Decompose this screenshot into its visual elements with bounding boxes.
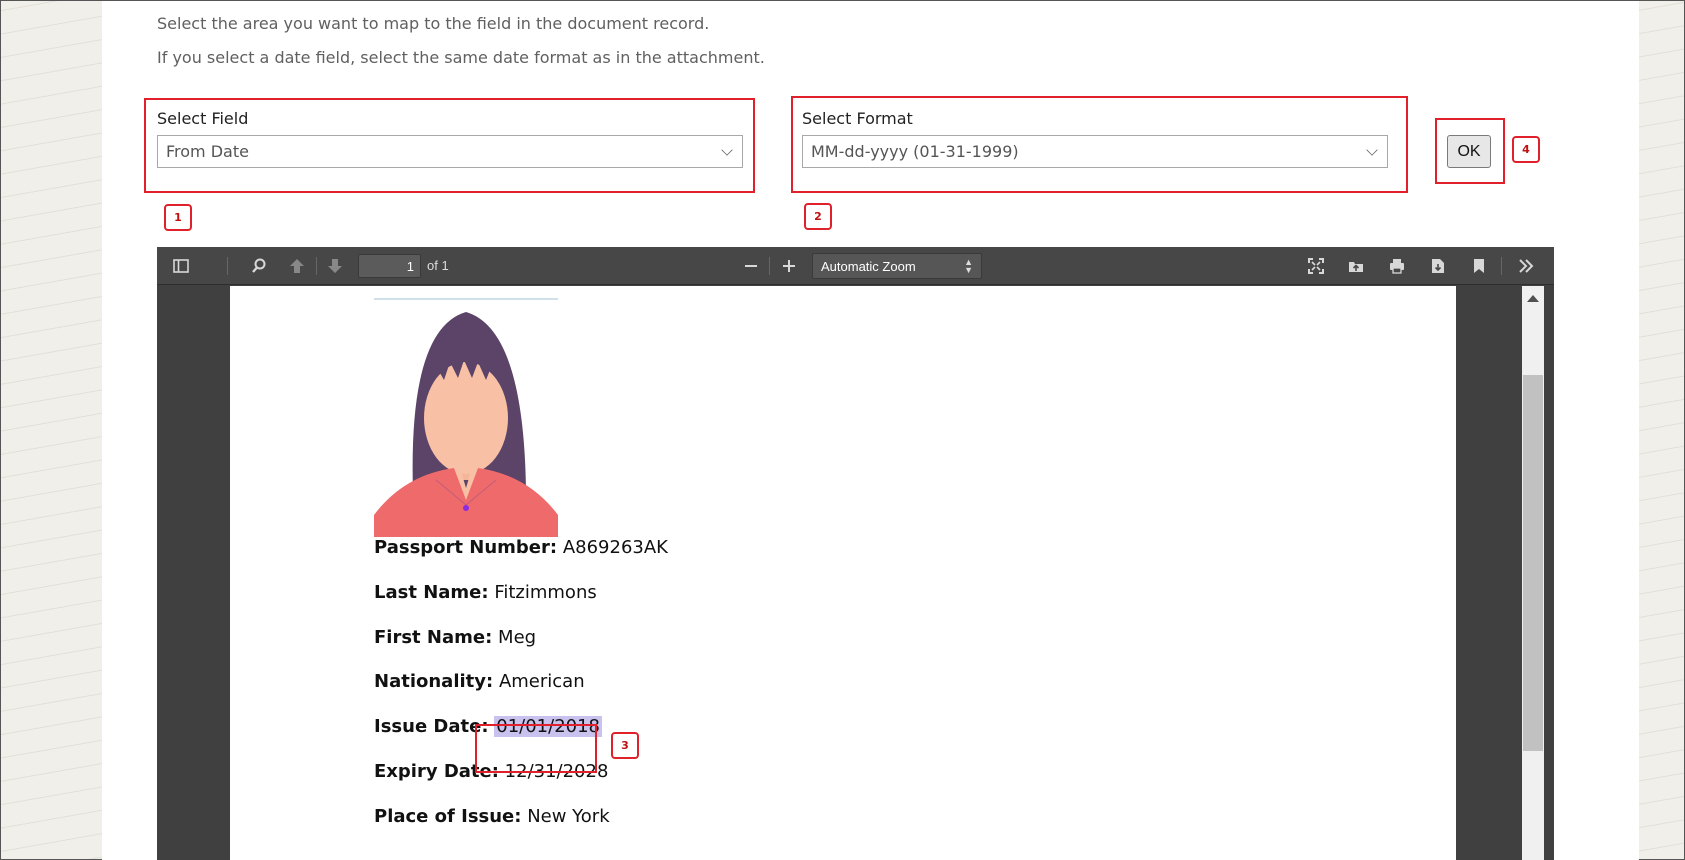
step-marker-1: 1 bbox=[164, 204, 192, 231]
step-marker-2: 2 bbox=[804, 203, 832, 230]
download-icon[interactable] bbox=[1427, 255, 1449, 277]
sidebar-toggle-icon[interactable] bbox=[170, 255, 192, 277]
ok-button[interactable]: OK bbox=[1447, 135, 1491, 168]
place-of-issue-line: Place of Issue: New York bbox=[374, 806, 610, 827]
scrollbar-thumb[interactable] bbox=[1523, 375, 1543, 751]
last-name-value[interactable]: Fitzimmons bbox=[494, 582, 596, 603]
bookmark-icon[interactable] bbox=[1468, 255, 1490, 277]
zoom-out-icon[interactable] bbox=[740, 255, 762, 277]
next-page-icon[interactable] bbox=[324, 255, 346, 277]
passport-number-label: Passport Number: bbox=[374, 537, 558, 558]
nationality-label: Nationality: bbox=[374, 671, 494, 692]
passport-photo bbox=[374, 298, 558, 537]
select-format-value: MM-dd-yyyy (01-31-1999) bbox=[811, 142, 1019, 161]
step-marker-3: 3 bbox=[611, 732, 639, 759]
nationality-line: Nationality: American bbox=[374, 671, 585, 692]
passport-number-line: Passport Number: A869263AK bbox=[374, 537, 668, 558]
zoom-select[interactable]: Automatic Zoom ▲ ▼ bbox=[812, 253, 982, 279]
toolbar-separator bbox=[1501, 257, 1502, 275]
first-name-line: First Name: Meg bbox=[374, 627, 536, 648]
select-format-label: Select Format bbox=[802, 109, 913, 128]
select-field-dropdown[interactable]: From Date bbox=[157, 135, 743, 168]
scroll-up-arrow-icon[interactable] bbox=[1527, 295, 1539, 302]
select-arrows-icon: ▲ ▼ bbox=[964, 257, 973, 275]
toolbar-separator bbox=[316, 257, 317, 275]
zoom-select-value: Automatic Zoom bbox=[821, 259, 916, 274]
search-icon[interactable] bbox=[248, 255, 270, 277]
pdf-viewer: 1 of 1 Automatic Zoom ▲ ▼ Passport Numbe… bbox=[157, 247, 1554, 860]
chevron-down-icon bbox=[1366, 144, 1378, 156]
pdf-toolbar: 1 of 1 Automatic Zoom ▲ ▼ bbox=[157, 247, 1554, 285]
passport-number-value[interactable]: A869263AK bbox=[563, 537, 668, 558]
place-of-issue-label: Place of Issue: bbox=[374, 806, 522, 827]
issue-date-callout bbox=[475, 724, 597, 773]
background-texture-right bbox=[1637, 1, 1684, 859]
instruction-line-2: If you select a date field, select the s… bbox=[157, 48, 765, 67]
issue-date-label: Issue Date: bbox=[374, 716, 489, 737]
select-field-value: From Date bbox=[166, 142, 249, 161]
pdf-page: Passport Number: A869263AK Last Name: Fi… bbox=[230, 286, 1456, 860]
first-name-label: First Name: bbox=[374, 627, 493, 648]
place-of-issue-value[interactable]: New York bbox=[527, 806, 609, 827]
toolbar-separator bbox=[227, 257, 228, 275]
nationality-value[interactable]: American bbox=[499, 671, 585, 692]
tools-menu-icon[interactable] bbox=[1515, 255, 1537, 277]
previous-page-icon[interactable] bbox=[286, 255, 308, 277]
presentation-mode-icon[interactable] bbox=[1305, 255, 1327, 277]
step-marker-4: 4 bbox=[1512, 136, 1540, 163]
last-name-line: Last Name: Fitzimmons bbox=[374, 582, 597, 603]
select-format-dropdown[interactable]: MM-dd-yyyy (01-31-1999) bbox=[802, 135, 1388, 168]
zoom-in-icon[interactable] bbox=[778, 255, 800, 277]
chevron-down-icon bbox=[721, 144, 733, 156]
vertical-scrollbar[interactable] bbox=[1522, 286, 1544, 860]
last-name-label: Last Name: bbox=[374, 582, 489, 603]
select-field-label: Select Field bbox=[157, 109, 249, 128]
background-texture-left bbox=[1, 1, 102, 859]
page-number-input[interactable]: 1 bbox=[358, 254, 421, 278]
open-file-icon[interactable] bbox=[1345, 255, 1367, 277]
instruction-line-1: Select the area you want to map to the f… bbox=[157, 14, 710, 33]
page-count: of 1 bbox=[427, 258, 449, 273]
print-icon[interactable] bbox=[1386, 255, 1408, 277]
first-name-value[interactable]: Meg bbox=[498, 627, 536, 648]
toolbar-separator bbox=[769, 257, 770, 275]
